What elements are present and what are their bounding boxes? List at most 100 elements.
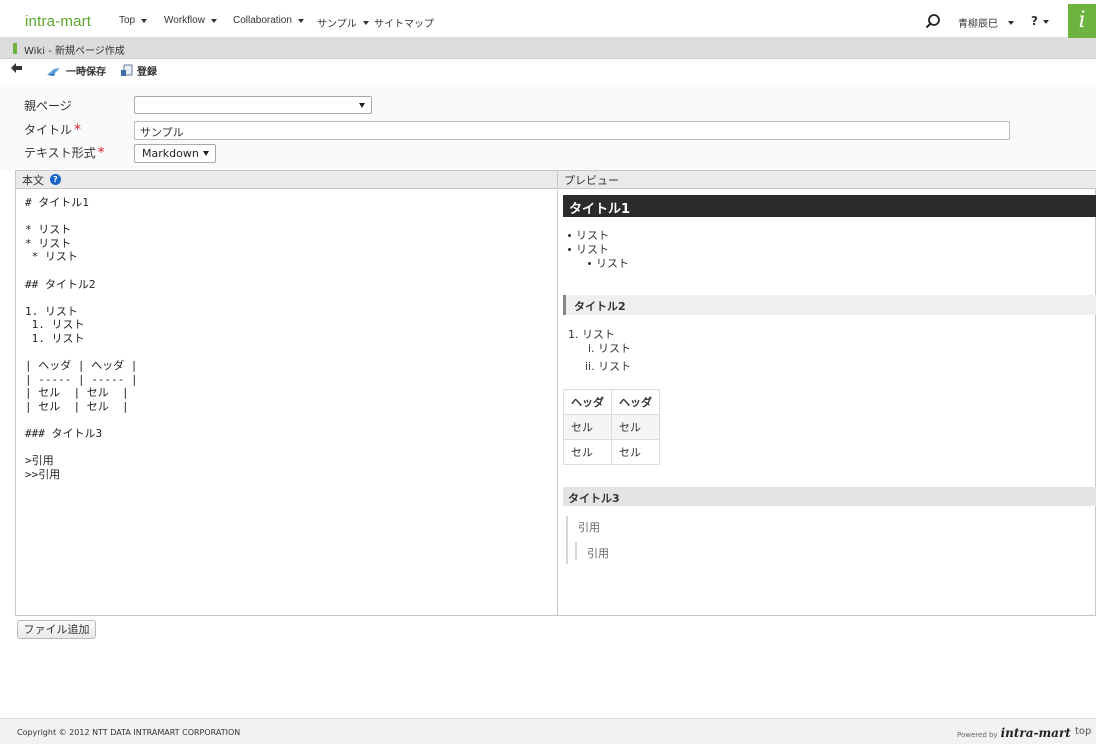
preview-heading-1: タイトル1	[563, 195, 1096, 217]
preview-bullet-list: リスト リスト リスト	[568, 228, 629, 270]
help-menu[interactable]: ?	[1031, 14, 1049, 28]
body-header: 本文 ?	[16, 171, 558, 189]
powered-brand-logo: intra-mart	[1000, 726, 1071, 740]
source-line: * リスト	[25, 236, 72, 250]
preview-header: プレビュー	[558, 171, 1096, 189]
table-cell: セル	[563, 439, 612, 465]
chevron-down-icon	[1008, 21, 1014, 25]
preview-blockquote: 引用	[566, 516, 866, 564]
source-line: >引用	[25, 454, 54, 468]
preview-header-label: プレビュー	[564, 173, 619, 187]
register-button[interactable]: 登録	[120, 63, 157, 78]
list-item: リスト	[568, 242, 629, 256]
preview-ordered-list: 1. リスト i. リスト ii. リスト	[568, 327, 631, 373]
format-value: Markdown	[142, 147, 199, 160]
chevron-down-icon	[362, 21, 369, 25]
chevron-down-icon	[359, 103, 365, 108]
source-line: | ヘッダ | ヘッダ |	[25, 359, 138, 373]
preview-pane: タイトル1 リスト リスト リスト タイトル2 1. リスト i. リスト ii…	[559, 190, 1096, 615]
help-icon: ?	[1031, 14, 1038, 28]
chevron-down-icon	[1042, 19, 1049, 24]
powered-by-label: Powered by	[957, 731, 998, 739]
preview-heading-3: タイトル3	[563, 487, 1096, 506]
menu-collaboration-label: Collaboration	[233, 15, 292, 26]
table-cell: セル	[563, 414, 612, 440]
blockquote-text: 引用	[578, 521, 600, 534]
source-line	[25, 210, 557, 224]
user-menu[interactable]: 青柳辰巳	[958, 15, 1014, 30]
source-line: # タイトル1	[25, 196, 89, 209]
register-icon	[121, 64, 133, 76]
body-textarea[interactable]: # タイトル1 * リスト * リスト * リスト ## タイトル2 1. リスト 1.…	[16, 190, 558, 615]
format-label: テキスト形式 *	[24, 145, 105, 161]
source-line: | ----- | ----- |	[25, 372, 138, 386]
register-label: 登録	[137, 67, 157, 78]
menu-collaboration[interactable]: Collaboration	[233, 15, 304, 26]
source-line: ### タイトル3	[25, 427, 103, 441]
copyright-text: Copyright © 2012 NTT DATA INTRAMART CORP…	[17, 728, 241, 737]
help-icon[interactable]: ?	[50, 174, 61, 185]
source-line	[25, 291, 557, 305]
page-titlebar: Wiki - 新規ページ作成	[0, 38, 1096, 59]
powered-by: Powered by intra-mart	[957, 726, 1071, 740]
brand-icon[interactable]: i	[1068, 4, 1096, 40]
source-line: 1. リスト	[25, 304, 78, 318]
editor-panel: 本文 ? プレビュー # タイトル1 * リスト * リスト * リスト ## タイト…	[15, 170, 1096, 616]
format-select[interactable]: Markdown	[134, 144, 216, 163]
menu-sitemap[interactable]: サイトマップ	[374, 15, 434, 30]
preview-table: ヘッダ ヘッダ セル セル セル セル	[563, 389, 660, 465]
chevron-down-icon	[141, 19, 148, 23]
table-header-row: ヘッダ ヘッダ	[563, 389, 660, 415]
title-input[interactable]: サンプル	[134, 121, 1010, 140]
title-marker	[13, 43, 17, 54]
chevron-down-icon	[210, 19, 217, 23]
source-line: >>引用	[25, 467, 61, 481]
table-row: セル セル	[563, 414, 660, 440]
back-button[interactable]	[11, 62, 23, 77]
list-item: 1. リスト	[568, 328, 615, 341]
menu-workflow[interactable]: Workflow	[164, 15, 217, 26]
required-mark: *	[74, 122, 82, 138]
top-link[interactable]: top	[1075, 726, 1091, 737]
parent-page-select[interactable]	[134, 96, 372, 114]
save-temp-button[interactable]: 一時保存	[46, 63, 106, 78]
search-button[interactable]	[922, 10, 944, 32]
source-line	[25, 414, 557, 428]
source-line: 1. リスト	[25, 318, 85, 332]
table-row: セル セル	[563, 439, 660, 465]
add-file-button[interactable]: ファイル追加	[17, 620, 96, 639]
body-header-label: 本文	[22, 173, 44, 187]
page-footer: Copyright © 2012 NTT DATA INTRAMART CORP…	[0, 718, 1096, 744]
menu-top-label: Top	[119, 15, 136, 26]
source-line: | セル | セル |	[25, 386, 129, 400]
search-icon	[925, 14, 940, 29]
chevron-down-icon	[297, 19, 304, 23]
table-header-cell: ヘッダ	[611, 389, 660, 415]
menu-sitemap-label: サイトマップ	[374, 19, 434, 30]
top-navbar: intra-mart Top Workflow Collaboration サン…	[0, 0, 1096, 40]
chevron-down-icon	[203, 151, 209, 156]
menu-sample-label: サンプル	[317, 19, 357, 30]
required-mark: *	[97, 145, 105, 161]
list-item: i. リスト	[588, 342, 632, 355]
source-line: | セル | セル |	[25, 399, 129, 413]
preview-nested-blockquote: 引用	[575, 542, 609, 560]
source-line	[25, 264, 557, 278]
list-item: ii. リスト	[585, 360, 632, 373]
list-item: リスト	[568, 256, 629, 270]
user-name: 青柳辰巳	[958, 19, 998, 30]
source-line: ## タイトル2	[25, 277, 96, 291]
source-line	[25, 346, 557, 360]
source-line: * リスト	[25, 250, 78, 264]
page-form: 親ページ タイトル * サンプル テキスト形式 * Markdown	[0, 85, 1096, 170]
source-line: * リスト	[25, 223, 72, 237]
app-logo[interactable]: intra-mart	[25, 13, 91, 30]
blockquote-text: 引用	[587, 547, 609, 560]
preview-heading-2: タイトル2	[563, 295, 1096, 315]
table-header-cell: ヘッダ	[563, 389, 612, 415]
menu-top[interactable]: Top	[119, 15, 148, 26]
source-line	[25, 441, 557, 455]
menu-sample[interactable]: サンプル	[317, 15, 369, 30]
page-title: Wiki - 新規ページ作成	[24, 46, 125, 57]
table-cell: セル	[611, 439, 660, 465]
